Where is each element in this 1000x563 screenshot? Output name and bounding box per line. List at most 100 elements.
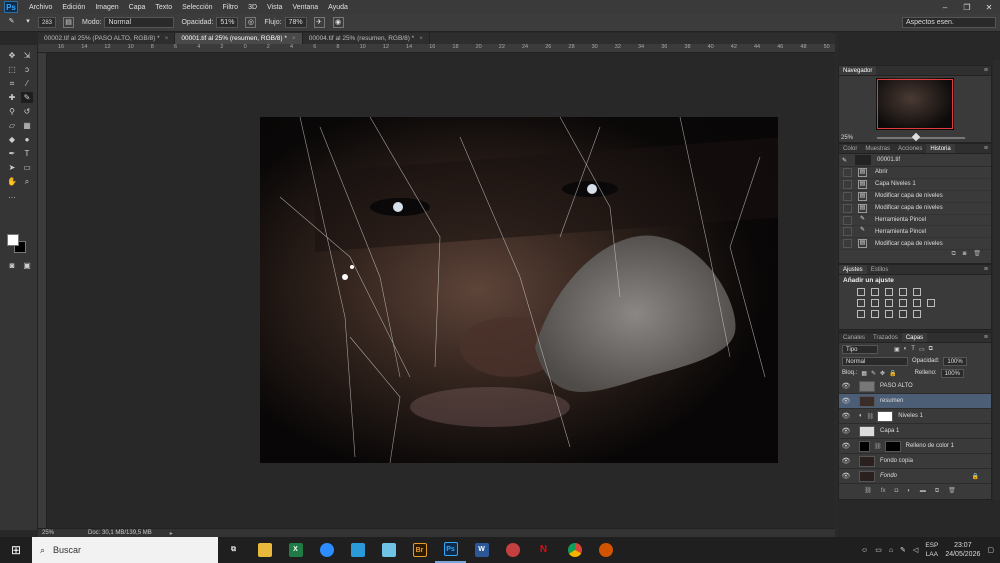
link-layers-icon[interactable]: ⛓ [864, 487, 872, 496]
visibility-eye-icon[interactable]: 👁 [839, 472, 853, 480]
menu-ventana[interactable]: Ventana [287, 4, 323, 11]
eraser-tool-icon[interactable]: ▱ [6, 120, 18, 131]
restore-icon[interactable]: ❐ [956, 3, 978, 12]
brush-tool-icon[interactable]: ✎ [6, 17, 17, 28]
close-icon[interactable]: × [165, 35, 169, 42]
menu-texto[interactable]: Texto [150, 4, 177, 11]
tab-navegador[interactable]: Navegador [839, 66, 877, 75]
tab-00004[interactable]: 00004.tif al 25% (resumen, RGB/8) * × [303, 33, 431, 44]
layer-opacity-field[interactable]: 100% [943, 356, 967, 366]
taskbar-search[interactable]: ⌕ Buscar [32, 537, 218, 563]
hand-tool-icon[interactable]: ✋ [6, 176, 18, 187]
close-icon[interactable]: × [292, 35, 296, 42]
new-document-icon[interactable]: ⧉ [951, 250, 955, 259]
filter-smart-icon[interactable]: ⧉ [929, 346, 933, 353]
stamp-tool-icon[interactable]: ⚲ [6, 106, 18, 117]
layer-style-icon[interactable]: fx [881, 487, 886, 496]
zoom-app-icon[interactable] [311, 537, 342, 563]
hue-saturation-icon[interactable] [857, 299, 865, 307]
menu-filtro[interactable]: Filtro [218, 4, 244, 11]
panel-menu-icon[interactable]: ≡ [984, 144, 991, 153]
notifications-icon[interactable]: ▢ [987, 546, 994, 554]
threshold-icon[interactable] [885, 310, 893, 318]
windows-start-icon[interactable]: ⊞ [0, 537, 32, 563]
artboard-tool-icon[interactable]: ⇲ [21, 50, 33, 61]
photoshop-taskbar-icon[interactable]: Ps [435, 537, 466, 563]
zoom-level[interactable]: 25% [38, 530, 60, 536]
tab-acciones[interactable]: Acciones [894, 144, 926, 153]
brush-panel-icon[interactable]: ▤ [63, 17, 75, 28]
lock-icon[interactable]: 🔒 [972, 473, 991, 480]
chevron-down-icon[interactable]: ▾ [25, 17, 31, 28]
layer-row[interactable]: 👁 Fondo copia [839, 454, 991, 469]
network-icon[interactable]: ⌂ [889, 547, 893, 554]
airbrush-icon[interactable]: ✈ [313, 17, 325, 28]
visibility-eye-icon[interactable]: 👁 [839, 412, 853, 420]
chrome-icon[interactable] [559, 537, 590, 563]
brightness-icon[interactable] [857, 288, 865, 296]
new-layer-icon[interactable]: ⧉ [935, 487, 939, 496]
navigator-zoom-slider[interactable] [877, 137, 965, 139]
video-app-icon[interactable] [497, 537, 528, 563]
pressure-opacity-icon[interactable]: ◎ [245, 17, 257, 28]
close-icon[interactable]: × [419, 35, 423, 42]
layer-row[interactable]: 👁 resumen [839, 394, 991, 409]
language-indicator[interactable]: ESP LAA [925, 541, 938, 559]
battery-icon[interactable]: ▭ [875, 546, 882, 554]
camera-icon[interactable]: ◙ [963, 250, 967, 259]
canvas-area[interactable] [47, 53, 835, 528]
marquee-tool-icon[interactable]: ⬚ [6, 64, 18, 75]
foreground-color-swatch[interactable] [7, 234, 19, 246]
visibility-eye-icon[interactable]: 👁 [839, 457, 853, 465]
link-icon[interactable]: ⛓ [874, 443, 882, 450]
dodge-tool-icon[interactable]: ● [21, 134, 33, 145]
history-brush-tool-icon[interactable]: ↺ [21, 106, 33, 117]
blur-tool-icon[interactable]: ◆ [6, 134, 18, 145]
shape-tool-icon[interactable]: ▭ [21, 162, 33, 173]
history-step[interactable]: ✎ Herramienta Pincel [839, 215, 991, 227]
pen-tool-icon[interactable]: ✒ [6, 148, 18, 159]
navigator-zoom[interactable]: 25% [841, 135, 853, 141]
path-selection-tool-icon[interactable]: ➤ [6, 162, 18, 173]
mail-app-icon[interactable] [342, 537, 373, 563]
history-step[interactable]: ▤ Capa Niveles 1 [839, 179, 991, 191]
panel-menu-icon[interactable]: ≡ [984, 333, 991, 342]
word-icon[interactable]: W [466, 537, 497, 563]
trash-icon[interactable]: 🗑 [973, 250, 981, 259]
navigator-view-box[interactable] [877, 79, 953, 129]
history-step[interactable]: ▤ Modificar capa de niveles [839, 191, 991, 203]
menu-imagen[interactable]: Imagen [90, 4, 123, 11]
history-snapshot[interactable]: ✎ 00001.tif [839, 154, 991, 167]
panels-scrollbar[interactable] [993, 60, 1000, 500]
history-step[interactable]: ▤ Modificar capa de niveles [839, 238, 991, 251]
flow-field[interactable]: 78% [284, 17, 307, 28]
slider-knob-icon[interactable] [911, 132, 921, 142]
document-image[interactable] [260, 117, 778, 463]
blend-mode-select[interactable]: Normal [842, 356, 908, 366]
brush-tool-icon[interactable]: ✎ [21, 92, 33, 103]
excel-icon[interactable]: X [280, 537, 311, 563]
panel-menu-icon[interactable]: ≡ [984, 66, 991, 75]
layer-filter-select[interactable]: Tipo [842, 344, 878, 354]
layer-row[interactable]: 👁 PASO ALTO [839, 379, 991, 394]
checkbox[interactable] [843, 239, 852, 249]
exposure-icon[interactable] [899, 288, 907, 296]
new-group-icon[interactable]: ▬ [920, 487, 926, 496]
panel-menu-icon[interactable]: ≡ [984, 265, 991, 274]
tab-historia[interactable]: Historia [926, 144, 955, 153]
eyedropper-tool-icon[interactable]: ⁄ [21, 78, 33, 89]
vibrance-icon[interactable] [913, 288, 921, 296]
close-icon[interactable]: ✕ [978, 3, 1000, 12]
history-step[interactable]: ✎ Herramienta Pincel [839, 226, 991, 239]
quick-mask-icon[interactable]: ◙ [6, 260, 18, 271]
menu-ayuda[interactable]: Ayuda [323, 4, 353, 11]
more-tools-icon[interactable]: … [6, 190, 18, 201]
lock-paint-icon[interactable]: ✎ [871, 370, 876, 377]
tab-ajustes[interactable]: Ajustes [839, 265, 867, 274]
filter-type-icon[interactable]: T [911, 346, 915, 352]
layer-row[interactable]: 👁 ⛓ Relleno de color 1 [839, 439, 991, 454]
zoom-tool-icon[interactable]: ⌕ [21, 176, 33, 187]
tab-trazados[interactable]: Trazados [869, 333, 902, 342]
tab-canales[interactable]: Canales [839, 333, 869, 342]
layer-row[interactable]: 👁 Capa 1 [839, 424, 991, 439]
